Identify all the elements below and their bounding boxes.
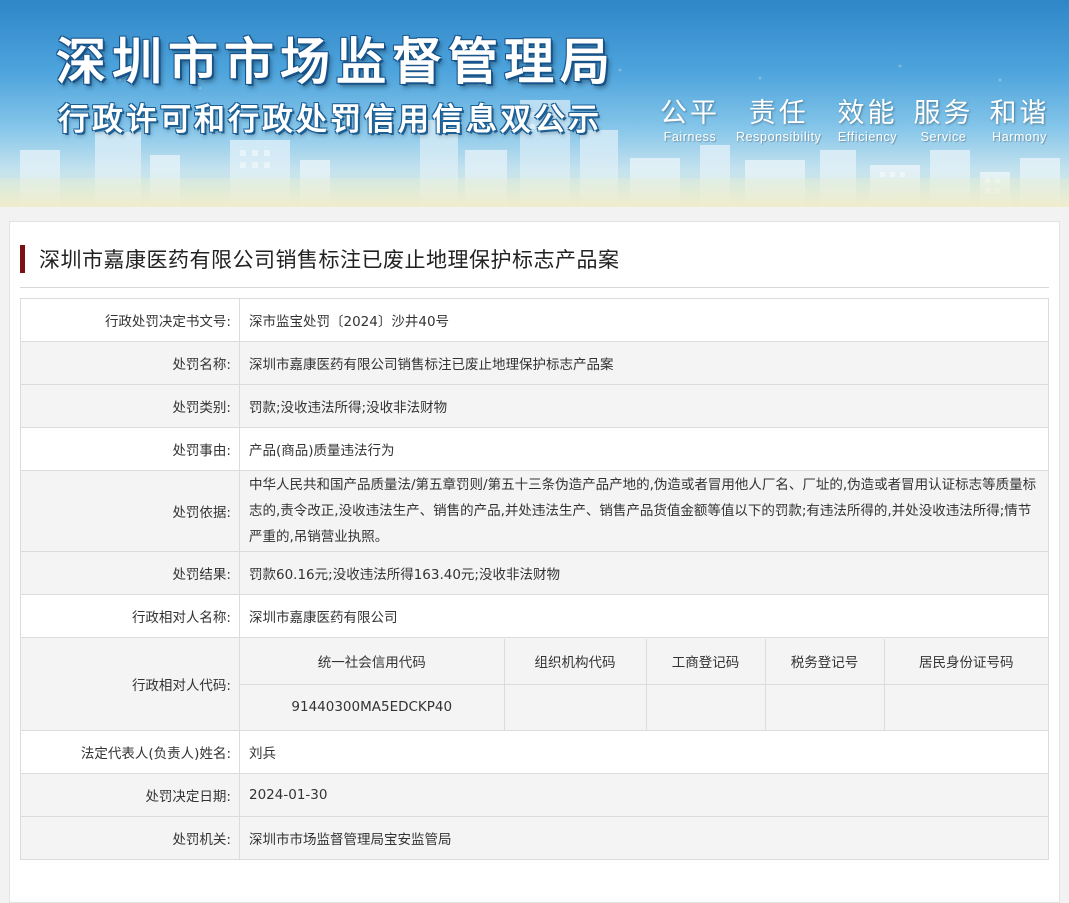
row-label: 处罚机关: [20,816,240,860]
row-label: 行政相对人名称: [20,594,240,638]
party-code-cell: 统一社会信用代码 组织机构代码 工商登记码 税务登记号 居民身份证号码 9144… [239,637,1049,731]
row-label: 处罚事由: [20,427,240,471]
code-header: 组织机构代码 [503,638,647,685]
table-row: 行政处罚决定书文号: 深市监宝处罚〔2024〕沙井40号 [20,298,1049,342]
table-row: 处罚事由: 产品(商品)质量违法行为 [20,427,1049,471]
slogan-harmony: 和谐 Harmony [990,98,1050,144]
divider [20,287,1049,288]
row-value: 产品(商品)质量违法行为 [239,427,1049,471]
code-value: 91440300MA5EDCKP40 [240,683,505,730]
code-header: 税务登记号 [764,638,885,685]
table-row: 处罚名称: 深圳市嘉康医药有限公司销售标注已废止地理保护标志产品案 [20,341,1049,385]
code-header: 居民身份证号码 [883,638,1048,685]
row-value: 中华人民共和国产品质量法/第五章罚则/第五十三条伪造产品产地的,伪造或者冒用他人… [239,470,1049,552]
row-value: 2024-01-30 [239,773,1049,817]
row-value: 刘兵 [239,730,1049,774]
row-label: 法定代表人(负责人)姓名: [20,730,240,774]
party-code-table: 统一社会信用代码 组织机构代码 工商登记码 税务登记号 居民身份证号码 9144… [240,638,1048,730]
row-label: 处罚依据: [20,470,240,552]
slogan-cn: 和谐 [989,98,1050,129]
slogan-en: Service [920,130,967,144]
table-row: 处罚机关: 深圳市市场监督管理局宝安监管局 [20,816,1049,860]
table-row: 处罚类别: 罚款;没收违法所得;没收非法财物 [20,384,1049,428]
slogan-en: Efficiency [837,130,898,144]
header-banner: 深圳市市场监督管理局 行政许可和行政处罚信用信息双公示 公平 Fairness … [0,0,1069,207]
slogan-service: 服务 Service [914,98,974,144]
slogan-en: Responsibility [736,130,822,144]
code-value [645,683,766,730]
row-value: 罚款60.16元;没收违法所得163.40元;没收非法财物 [239,551,1049,595]
banner-title: 深圳市市场监督管理局 [56,33,616,91]
code-value [764,683,885,730]
penalty-info-table: 行政处罚决定书文号: 深市监宝处罚〔2024〕沙井40号 处罚名称: 深圳市嘉康… [20,298,1049,860]
row-label: 行政处罚决定书文号: [20,298,240,342]
slogan-en: Harmony [992,130,1047,144]
content-panel: 深圳市嘉康医药有限公司销售标注已废止地理保护标志产品案 行政处罚决定书文号: 深… [9,221,1060,903]
row-label: 处罚类别: [20,384,240,428]
code-header: 工商登记码 [645,638,766,685]
slogan-cn: 公平 [660,98,720,129]
code-header-row: 统一社会信用代码 组织机构代码 工商登记码 税务登记号 居民身份证号码 [240,638,1048,685]
code-value [503,683,647,730]
code-header: 统一社会信用代码 [240,638,505,685]
table-row: 行政相对人名称: 深圳市嘉康医药有限公司 [20,594,1049,638]
row-value: 深圳市嘉康医药有限公司 [239,594,1049,638]
slogan-responsibility: 责任 Responsibility [736,98,822,144]
case-title: 深圳市嘉康医药有限公司销售标注已废止地理保护标志产品案 [20,244,620,274]
banner-subtitle: 行政许可和行政处罚信用信息双公示 [58,102,602,138]
table-row: 处罚结果: 罚款60.16元;没收违法所得163.40元;没收非法财物 [20,551,1049,595]
slogan-cn: 服务 [913,98,974,129]
table-row: 法定代表人(负责人)姓名: 刘兵 [20,730,1049,774]
title-accent-bar [20,245,25,273]
row-label: 行政相对人代码: [20,637,240,731]
table-row: 行政相对人代码: 统一社会信用代码 组织机构代码 工商登记码 税务登记号 居民身… [20,637,1049,731]
row-value: 深圳市嘉康医药有限公司销售标注已废止地理保护标志产品案 [239,341,1049,385]
table-row: 处罚依据: 中华人民共和国产品质量法/第五章罚则/第五十三条伪造产品产地的,伪造… [20,470,1049,552]
slogan-en: Fairness [663,130,717,144]
code-value-row: 91440300MA5EDCKP40 [240,683,1048,730]
slogan-efficiency: 效能 Efficiency [838,98,898,144]
slogan-fairness: 公平 Fairness [660,98,720,144]
row-label: 处罚结果: [20,551,240,595]
code-value [883,683,1048,730]
row-value: 深市监宝处罚〔2024〕沙井40号 [239,298,1049,342]
row-value: 深圳市市场监督管理局宝安监管局 [239,816,1049,860]
case-title-text: 深圳市嘉康医药有限公司销售标注已废止地理保护标志产品案 [39,248,620,272]
row-label: 处罚决定日期: [20,773,240,817]
row-value: 罚款;没收违法所得;没收非法财物 [239,384,1049,428]
slogan-cn: 效能 [837,98,898,129]
slogan-group: 公平 Fairness 责任 Responsibility 效能 Efficie… [660,98,1066,144]
table-row: 处罚决定日期: 2024-01-30 [20,773,1049,817]
slogan-cn: 责任 [748,98,809,129]
row-label: 处罚名称: [20,341,240,385]
